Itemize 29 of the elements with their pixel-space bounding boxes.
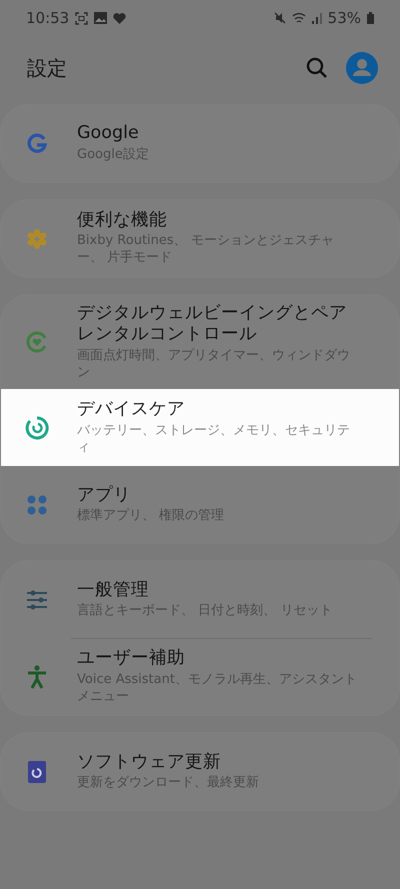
accessibility-icon (26, 664, 48, 689)
battery-percentage: 53% (328, 9, 361, 27)
battery-icon (367, 12, 374, 24)
mute-icon (274, 12, 286, 24)
heart-icon (113, 12, 126, 24)
screenshot-icon (75, 12, 88, 24)
item-title: 便利な機能 (77, 210, 168, 232)
wifi-icon (292, 12, 306, 24)
signal-icon (312, 12, 322, 24)
item-title: 一般管理 (77, 580, 150, 602)
apps-icon (26, 494, 48, 516)
wellbeing-icon (25, 330, 49, 354)
page-title: 設定 (27, 54, 68, 82)
item-title: デジタルウェルビーイングとペアレンタルコントロール (77, 303, 348, 346)
google-icon (26, 132, 48, 154)
image-icon (94, 12, 108, 24)
item-title: Google (77, 123, 140, 145)
item-title: ユーザー補助 (77, 648, 186, 670)
item-title: アプリ (77, 484, 132, 506)
settings-item[interactable]: デバイスケア バッテリー、ストレージ、メモリ、セキュリティ (1, 389, 399, 466)
update-icon (28, 760, 46, 783)
status-time: 10:53 (26, 9, 70, 27)
sliders-icon (26, 588, 48, 611)
item-subtitle: バッテリー、ストレージ、メモリ、セキュリティ (77, 422, 351, 457)
search-button[interactable] (306, 57, 328, 79)
puzzle-gear-icon (26, 228, 48, 250)
item-title: デバイスケア (77, 399, 186, 421)
device-care-icon (25, 416, 49, 440)
item-title: ソフトウェア更新 (77, 752, 222, 774)
